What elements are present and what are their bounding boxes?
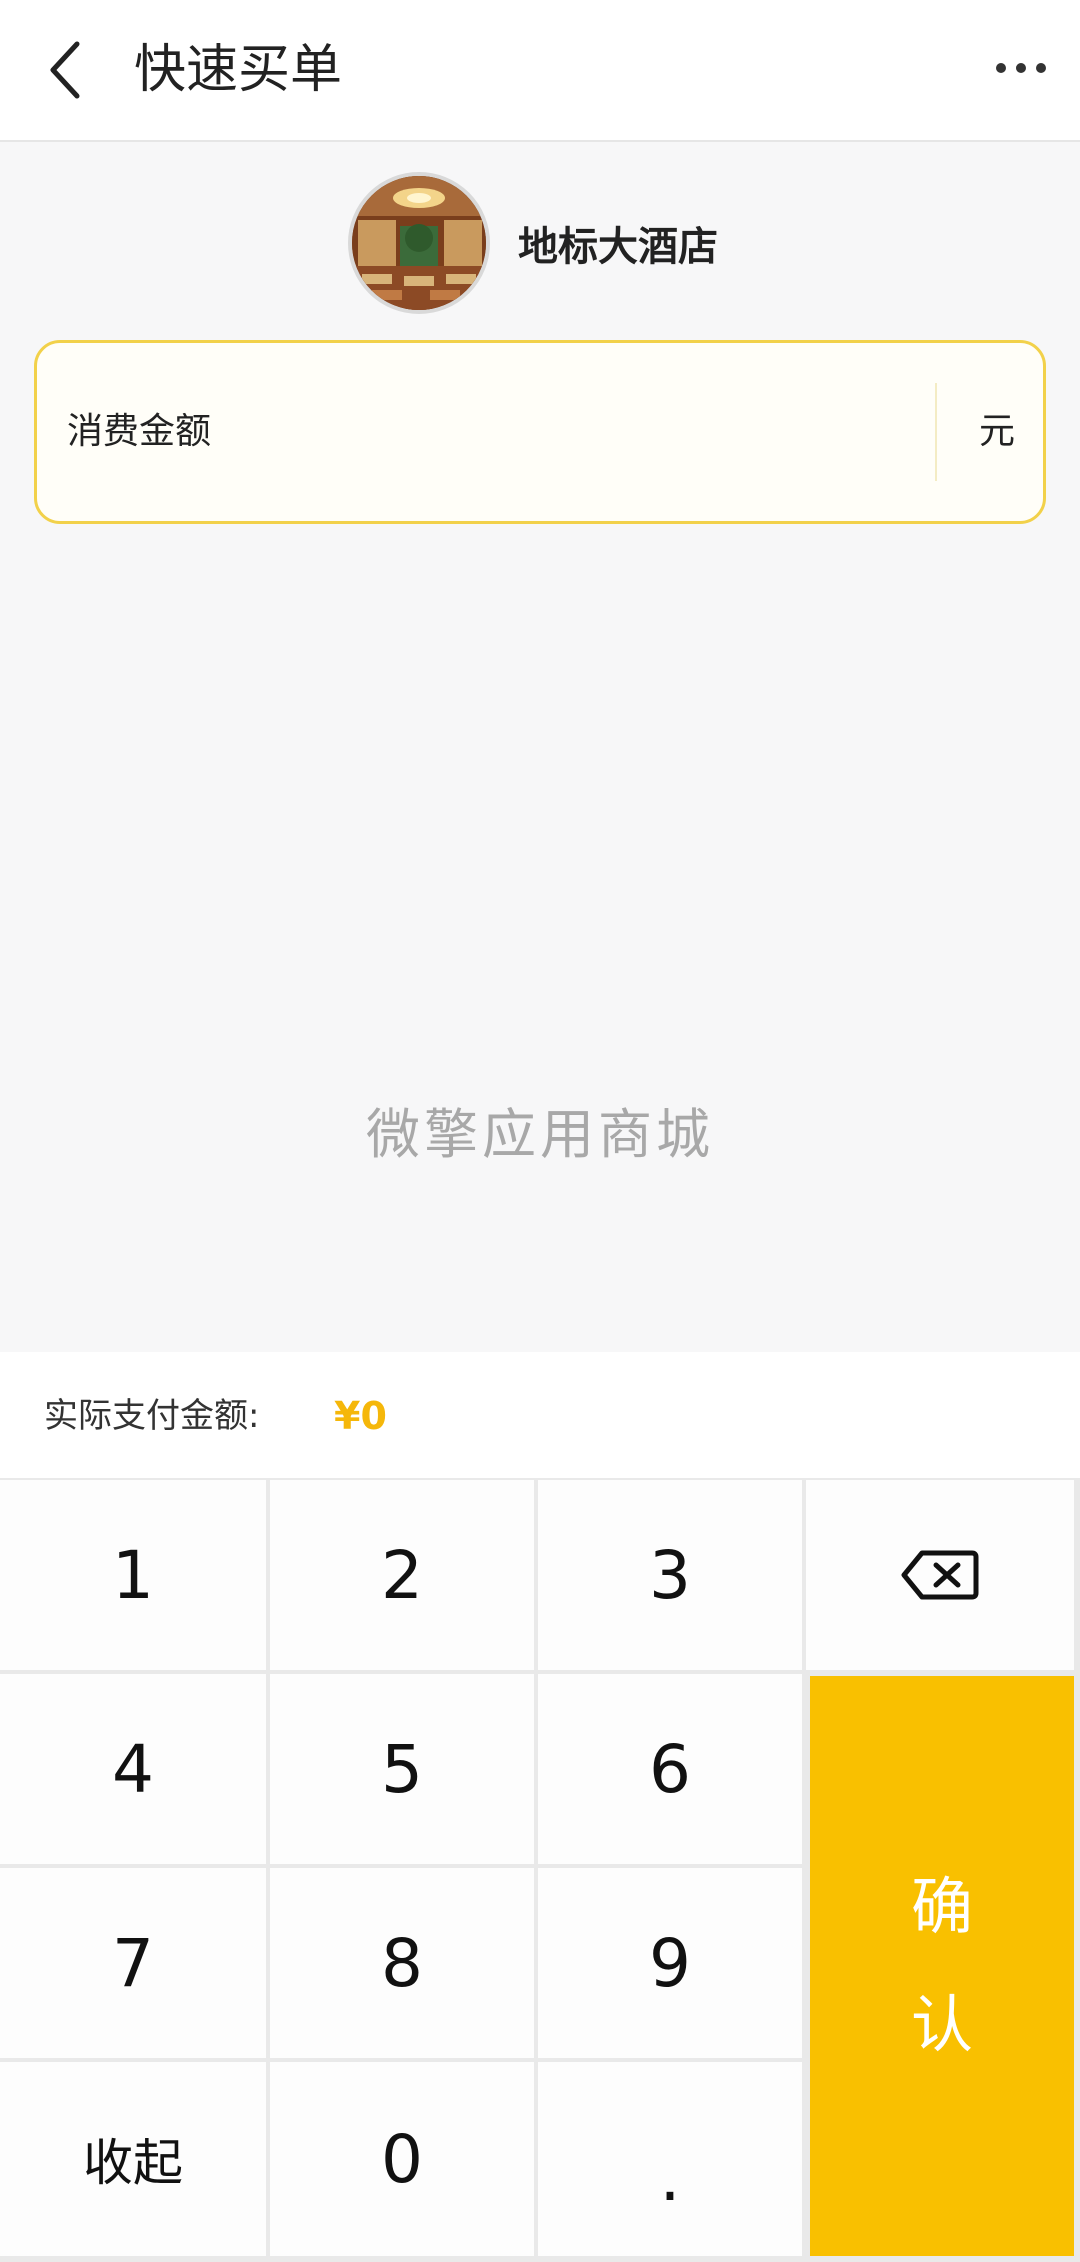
watermark: 微擎应用商城	[366, 1103, 714, 1166]
back-button[interactable]	[30, 30, 100, 110]
amount-unit: 元	[978, 411, 1015, 452]
confirm-char-2: 认	[910, 1988, 973, 2061]
pay-label: 实际支付金额:	[44, 1396, 260, 1436]
key-5[interactable]: 5	[270, 1674, 534, 1864]
chevron-left-icon	[50, 41, 80, 99]
amount-divider	[935, 383, 937, 481]
key-3[interactable]: 3	[538, 1480, 802, 1670]
backspace-icon	[901, 1550, 979, 1600]
key-4[interactable]: 4	[0, 1674, 266, 1864]
store-info: 地标大酒店	[348, 170, 718, 315]
confirm-char-1: 确	[910, 1870, 973, 1943]
key-6[interactable]: 6	[538, 1674, 802, 1864]
collapse-key[interactable]: 收起	[0, 2062, 266, 2256]
store-name: 地标大酒店	[518, 223, 718, 270]
header: 快速买单	[0, 0, 1080, 142]
key-9[interactable]: 9	[538, 1868, 802, 2058]
numeric-keypad: 1 2 3 4 5 6 7 8 9 收起 0 . 确 认	[0, 1478, 1080, 2262]
pay-summary: 实际支付金额: ¥0	[0, 1352, 1080, 1480]
pay-amount: ¥0	[334, 1394, 387, 1438]
confirm-button[interactable]: 确 认	[810, 1676, 1074, 2256]
key-8[interactable]: 8	[270, 1868, 534, 2058]
more-button[interactable]	[986, 38, 1056, 98]
store-avatar	[348, 171, 490, 314]
backspace-key[interactable]	[806, 1480, 1074, 1670]
key-7[interactable]: 7	[0, 1868, 266, 2058]
more-dots-icon	[996, 63, 1046, 73]
key-1[interactable]: 1	[0, 1480, 266, 1670]
key-2[interactable]: 2	[270, 1480, 534, 1670]
key-0[interactable]: 0	[270, 2062, 534, 2256]
key-dot[interactable]: .	[538, 2062, 802, 2256]
page-title: 快速买单	[134, 40, 343, 100]
amount-label: 消费金额	[67, 411, 212, 452]
amount-input[interactable]	[287, 383, 957, 483]
amount-card[interactable]: 消费金额 元	[34, 340, 1046, 524]
store-photo	[352, 175, 486, 310]
